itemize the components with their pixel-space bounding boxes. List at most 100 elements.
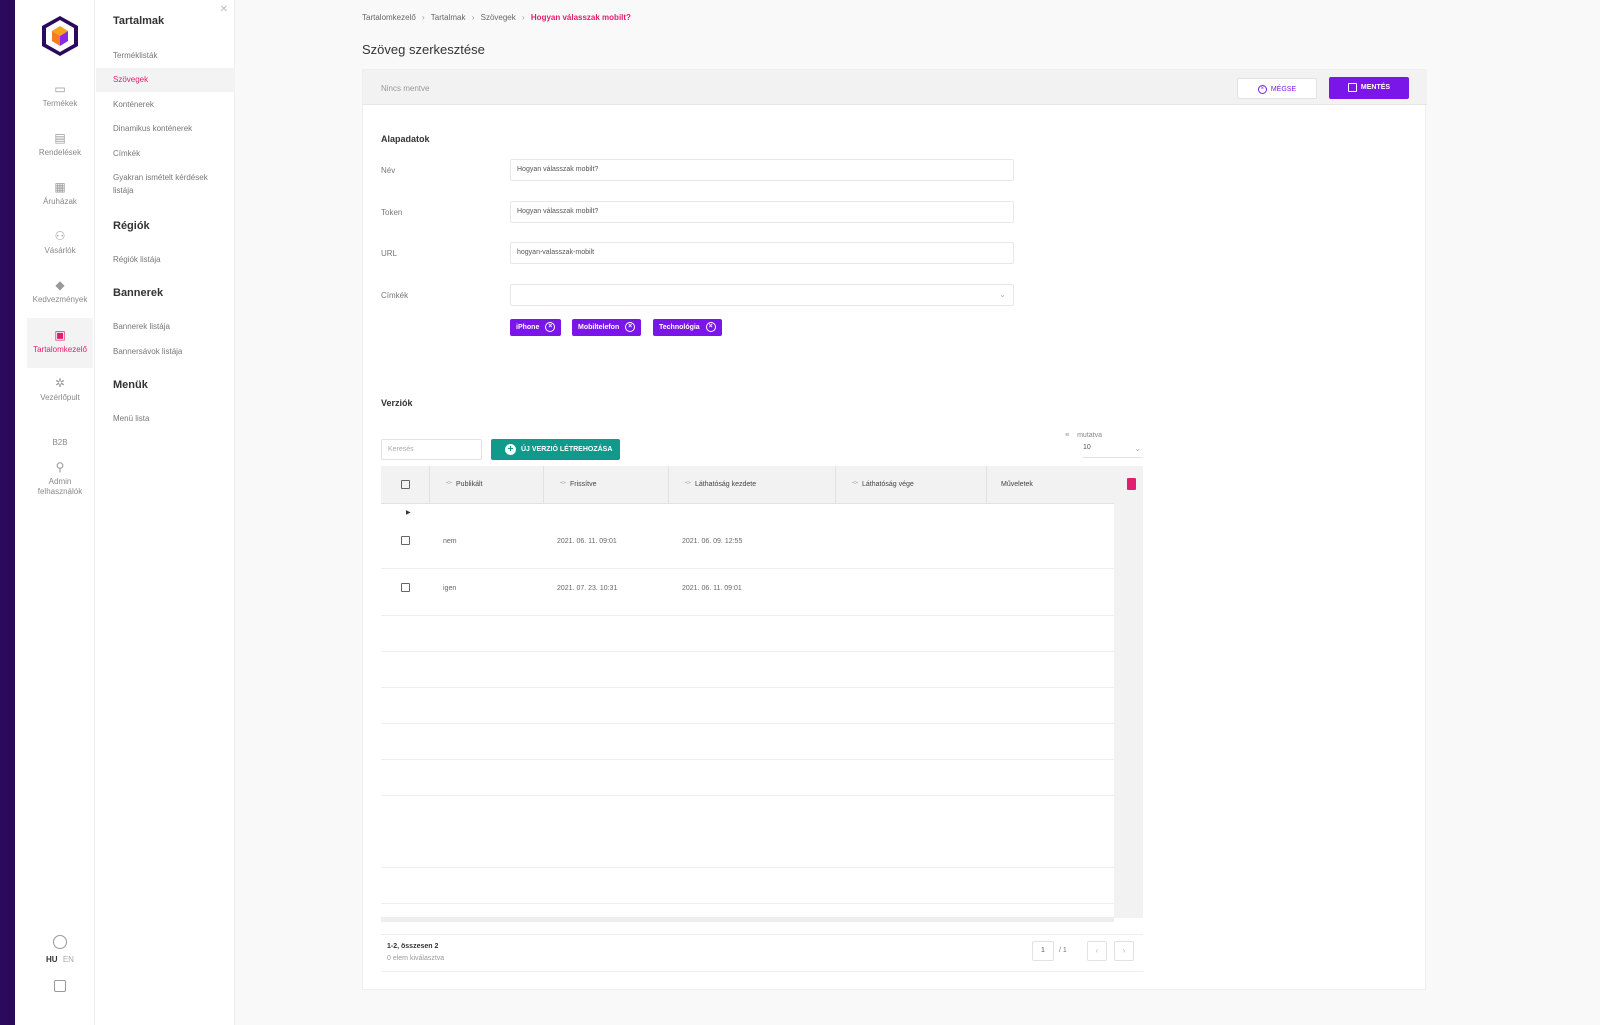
submenu-panel: ✕ Tartalmak Terméklisták Szövegek Kontén… [96,0,235,1025]
breadcrumb-item[interactable]: Tartalomkezelő [362,13,416,22]
save-button[interactable]: MENTÉS [1329,77,1409,99]
cancel-button[interactable]: × MÉGSE [1237,78,1317,99]
showing-text: mutatva [1077,432,1102,439]
search-input[interactable]: Keresés [381,439,482,460]
new-version-button[interactable]: + ÚJ VERZIÓ LÉTREHOZÁSA [491,439,620,460]
submenu-link-cimkek[interactable]: Címkék [113,147,228,160]
submenu-link-gyik[interactable]: Gyakran ismételt kérdések listája [113,171,228,197]
save-label: MENTÉS [1360,84,1391,91]
empty-row [381,760,1114,796]
page-size-value: 10 [1083,444,1091,451]
submenu-link-regiok[interactable]: Régiók listája [113,253,228,266]
submenu-link-menu[interactable]: Menü lista [113,412,228,425]
prev-page-button[interactable]: ‹ [1087,941,1107,961]
submenu-link-dinamikus[interactable]: Dinamikus konténerek [113,122,228,135]
row-checkbox[interactable] [401,536,410,545]
section-title-alapadatok: Alapadatok [381,134,430,144]
rail-item-vezerlopult[interactable]: ✲ Vezérlőpult [27,376,93,420]
cell-publikalt: nem [443,538,457,545]
submenu-link-text: listája [113,186,134,195]
column-label: Publikált [456,481,483,488]
token-field[interactable]: Hogyan válasszak mobilt? [510,201,1014,223]
box-icon: ▭ [54,82,66,96]
url-field[interactable]: hogyan-valasszak-mobilt [510,242,1014,264]
page-size-select[interactable]: 10 ⌄ [1083,444,1143,458]
close-icon[interactable]: ✕ [220,4,228,15]
next-page-button[interactable]: › [1114,941,1134,961]
breadcrumb: Tartalomkezelő › Tartalmak › Szövegek › … [362,13,635,22]
rail-label: Admin [48,477,72,486]
page-total: / 1 [1059,947,1067,954]
left-stripe [0,0,15,1025]
breadcrumb-item[interactable]: Szövegek [481,13,516,22]
floppy-icon [1347,82,1357,92]
table-header: ︿ ﹀ Publikált ︿ ﹀ Frissítve ︿ ﹀ Láthatóság kez… [381,466,1114,504]
column-label: Láthatóság kezdete [695,481,757,488]
submenu-link-termeklistak[interactable]: Terméklisták [113,49,228,62]
column-header-publikalt[interactable]: ︿ ﹀ Publikált [430,466,544,504]
plus-icon: + [505,444,516,455]
save-toolbar: Nincs mentve × MÉGSE MENTÉS [363,70,1427,105]
page-size-label: ≡ mutatva [1065,432,1102,439]
table-row[interactable]: nem 2021. 06. 11. 09:01 2021. 06. 09. 12… [381,522,1114,569]
logout-icon[interactable] [54,980,66,992]
rail-item-b2b[interactable]: B2B [27,438,93,447]
cell-frissitve: 2021. 06. 11. 09:01 [557,538,617,545]
submenu-link-kontenerek[interactable]: Konténerek [113,98,228,111]
table-footer: 1-2, összesen 2 0 elem kiválasztva 1 / 1… [381,934,1143,972]
rail-label: Tartalomkezelő [33,345,87,354]
field-label: URL [381,249,398,258]
cancel-label: MÉGSE [1270,86,1297,93]
rail-item-aruhazak[interactable]: ▦ Áruházak [27,180,93,224]
lang-en[interactable]: EN [63,955,74,964]
submenu-heading: Bannerek [113,287,164,299]
rail-item-rendelesek[interactable]: ▤ Rendelések [27,131,93,175]
empty-row [381,796,1114,868]
cell-kezdete: 2021. 06. 11. 09:01 [682,585,742,592]
horizontal-scrollbar[interactable] [381,917,1114,922]
submenu-link-szovegek[interactable]: Szövegek [96,68,235,92]
remove-tag-icon[interactable]: × [545,322,556,333]
table-side-column [1114,466,1143,918]
tag-chip: Mobiltelefon × [572,319,642,336]
expand-row-icon[interactable]: ▶ [406,509,411,516]
remove-tag-icon[interactable]: × [705,322,716,333]
page-number-input[interactable]: 1 [1032,941,1054,961]
rail-item-vasarlok[interactable]: ⚇ Vásárlók [27,229,93,273]
name-field[interactable]: Hogyan válasszak mobilt? [510,159,1014,181]
breadcrumb-separator: › [522,13,525,22]
receipt-icon: ▤ [54,131,66,145]
select-all-cell [381,466,430,504]
rail-label: Kedvezmények [32,295,88,304]
page-title: Szöveg szerkesztése [362,42,485,57]
save-status: Nincs mentve [381,84,430,93]
empty-row [381,652,1114,688]
column-label: Műveletek [1001,481,1033,488]
lang-hu[interactable]: HU [46,955,58,964]
select-all-checkbox[interactable] [401,480,410,489]
empty-row [381,688,1114,724]
table-row[interactable]: igen 2021. 07. 23. 10:31 2021. 06. 11. 0… [381,569,1114,616]
gear-icon: ✲ [54,376,66,390]
rail-item-kedvezmenyek[interactable]: ◆ Kedvezmények [27,278,93,322]
rail-item-tartalomkezelo[interactable]: ▣ Tartalomkezelő [27,318,93,368]
column-header-lathatosag-vege[interactable]: ︿ ﹀ Láthatóság vége [836,466,987,504]
rail-item-termekek[interactable]: ▭ Termékek [27,82,93,126]
export-pdf-icon[interactable] [1127,478,1136,490]
column-header-muveletek: Műveletek [987,466,1114,504]
chevron-down-icon: ⌄ [1134,444,1141,453]
remove-tag-icon[interactable]: × [625,322,636,333]
rail-item-admin[interactable]: ⚲ Admin felhasználók [27,460,93,504]
app-logo[interactable] [38,14,82,58]
submenu-link-bannersavok[interactable]: Bannersávok listája [113,345,228,358]
sort-icon: ︿ ﹀ [446,479,453,490]
tag-icon: ◆ [55,278,65,292]
row-checkbox[interactable] [401,583,410,592]
column-header-frissitve[interactable]: ︿ ﹀ Frissítve [544,466,669,504]
column-header-lathatosag-kezdete[interactable]: ︿ ﹀ Láthatóság kezdete [669,466,836,504]
tags-select[interactable]: ⌄ [510,284,1014,306]
breadcrumb-item[interactable]: Tartalmak [431,13,466,22]
breadcrumb-separator: › [471,13,475,22]
column-label: Láthatóság vége [862,481,914,488]
submenu-link-bannerek[interactable]: Bannerek listája [113,320,228,333]
